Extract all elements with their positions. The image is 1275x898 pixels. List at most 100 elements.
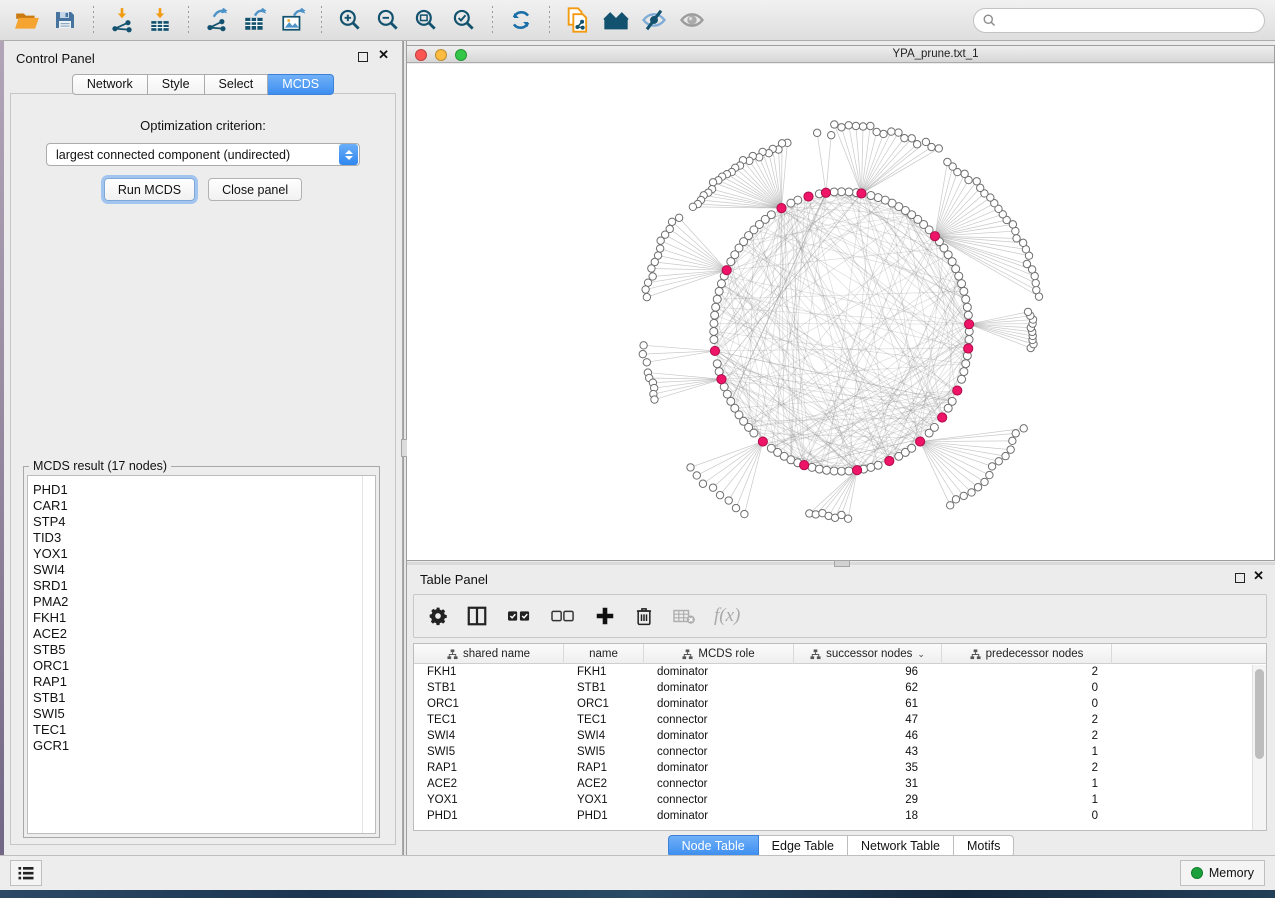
network-node[interactable] [964, 311, 972, 319]
network-node[interactable] [644, 279, 651, 286]
network-node[interactable] [711, 311, 719, 319]
tab-edge-table[interactable]: Edge Table [759, 835, 848, 857]
tab-node-table[interactable]: Node Table [668, 835, 759, 857]
network-node[interactable] [713, 295, 721, 303]
mcds-node[interactable] [964, 344, 973, 353]
network-node[interactable] [965, 336, 973, 344]
network-node[interactable] [815, 465, 823, 473]
network-node[interactable] [1023, 260, 1030, 267]
search-input[interactable] [997, 10, 1264, 30]
optimization-criterion-select[interactable]: largest connected component (undirected) [46, 143, 360, 166]
network-node[interactable] [828, 131, 835, 138]
network-node[interactable] [963, 303, 971, 311]
close-panel-icon[interactable]: ✕ [378, 50, 389, 60]
network-node[interactable] [668, 218, 675, 225]
network-node[interactable] [727, 258, 735, 266]
result-list-scrollbar[interactable] [362, 476, 375, 833]
table-row[interactable]: YOX1YOX1connector291 [414, 792, 1266, 808]
network-node[interactable] [946, 502, 953, 509]
mcds-result-item[interactable]: STB5 [28, 642, 361, 658]
network-node[interactable] [812, 511, 819, 518]
tab-mcds[interactable]: MCDS [268, 74, 334, 95]
network-node[interactable] [960, 368, 968, 376]
run-mcds-button[interactable]: Run MCDS [104, 178, 195, 201]
network-node[interactable] [830, 467, 838, 475]
close-panel-button[interactable]: Close panel [208, 178, 302, 201]
table-row[interactable]: RAP1RAP1dominator352 [414, 760, 1266, 776]
network-node[interactable] [750, 429, 758, 437]
network-node[interactable] [643, 293, 650, 300]
tab-select[interactable]: Select [205, 74, 269, 95]
network-node[interactable] [1009, 437, 1016, 444]
network-node[interactable] [962, 295, 970, 303]
float-table-panel-icon[interactable] [1235, 573, 1245, 583]
mcds-result-item[interactable]: FKH1 [28, 610, 361, 626]
mcds-result-item[interactable]: SWI5 [28, 706, 361, 722]
network-node[interactable] [995, 458, 1002, 465]
network-node[interactable] [643, 359, 650, 366]
table-scrollbar[interactable] [1252, 665, 1266, 830]
task-history-button[interactable] [10, 860, 42, 886]
mcds-node[interactable] [953, 386, 962, 395]
mcds-result-item[interactable]: SRD1 [28, 578, 361, 594]
show-column-panel-button[interactable] [466, 605, 488, 627]
search-box[interactable] [973, 8, 1265, 33]
network-node[interactable] [823, 466, 831, 474]
table-row[interactable]: SWI4SWI4dominator462 [414, 728, 1266, 744]
network-node[interactable] [838, 124, 845, 131]
network-node[interactable] [973, 178, 980, 185]
export-image-button[interactable] [276, 4, 310, 36]
network-node[interactable] [732, 504, 739, 511]
mcds-node[interactable] [916, 437, 925, 446]
network-node[interactable] [895, 129, 902, 136]
add-column-button[interactable] [594, 605, 616, 627]
network-node[interactable] [859, 123, 866, 130]
table-row[interactable]: ORC1ORC1dominator610 [414, 696, 1266, 712]
network-node[interactable] [710, 327, 718, 335]
mcds-result-item[interactable]: ORC1 [28, 658, 361, 674]
tab-network-table[interactable]: Network Table [848, 835, 954, 857]
network-node[interactable] [709, 484, 716, 491]
mcds-result-item[interactable]: STB1 [28, 690, 361, 706]
mcds-result-item[interactable]: TEC1 [28, 722, 361, 738]
network-node[interactable] [922, 138, 929, 145]
table-row[interactable]: ACE2ACE2connector311 [414, 776, 1266, 792]
zoom-in-button[interactable] [333, 4, 367, 36]
network-node[interactable] [712, 303, 720, 311]
zoom-out-button[interactable] [371, 4, 405, 36]
network-node[interactable] [981, 478, 988, 485]
network-node[interactable] [741, 510, 748, 517]
network-node[interactable] [640, 342, 647, 349]
network-node[interactable] [844, 515, 851, 522]
network-node[interactable] [867, 192, 875, 200]
delete-column-button[interactable] [634, 605, 654, 627]
mcds-result-item[interactable]: STP4 [28, 514, 361, 530]
mcds-node[interactable] [938, 413, 947, 422]
hide-selected-button[interactable] [637, 4, 671, 36]
network-node[interactable] [962, 360, 970, 368]
network-node[interactable] [1007, 446, 1014, 453]
zoom-fit-button[interactable] [409, 4, 443, 36]
network-node[interactable] [913, 141, 920, 148]
network-node[interactable] [838, 467, 846, 475]
network-node[interactable] [960, 287, 968, 295]
network-node[interactable] [657, 237, 664, 244]
select-all-button[interactable] [506, 605, 532, 627]
zoom-selected-button[interactable] [447, 4, 481, 36]
table-row[interactable]: TEC1TEC1connector472 [414, 712, 1266, 728]
network-node[interactable] [852, 122, 859, 129]
network-node[interactable] [689, 203, 696, 210]
column-header-predecessor-nodes[interactable]: predecessor nodes [942, 644, 1112, 664]
tab-network[interactable]: Network [72, 74, 148, 95]
network-node[interactable] [880, 130, 887, 137]
network-node[interactable] [974, 484, 981, 491]
network-node[interactable] [651, 396, 658, 403]
network-node[interactable] [709, 179, 716, 186]
network-node[interactable] [845, 467, 853, 475]
network-node[interactable] [986, 471, 993, 478]
network-node[interactable] [867, 122, 874, 129]
first-neighbors-button[interactable] [599, 4, 633, 36]
network-node[interactable] [958, 375, 966, 383]
network-node[interactable] [908, 444, 916, 452]
gear-button[interactable] [428, 606, 448, 626]
